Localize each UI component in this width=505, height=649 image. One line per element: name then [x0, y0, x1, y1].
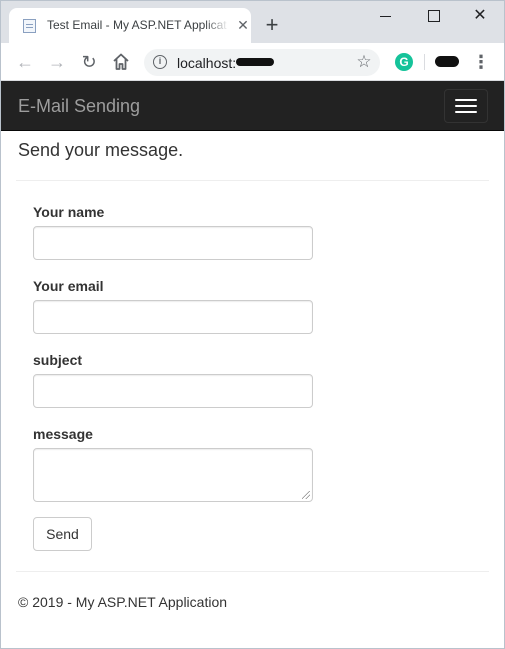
maximize-icon[interactable]: [414, 1, 454, 31]
browser-window: Test Email - My ASP.NET Application ✕ + …: [0, 0, 505, 649]
home-icon[interactable]: [109, 50, 133, 74]
hamburger-menu-button[interactable]: [444, 89, 488, 123]
browser-toolbar: ← → ↻ i localhost: ☆ G ⋮: [1, 43, 504, 81]
divider: [16, 180, 489, 181]
subject-label: subject: [33, 352, 83, 368]
hamburger-bar: [455, 99, 477, 101]
page-favicon-icon: [23, 19, 36, 33]
site-navbar: E-Mail Sending: [1, 81, 504, 131]
send-button[interactable]: Send: [33, 517, 92, 551]
info-icon[interactable]: i: [153, 55, 167, 69]
new-tab-icon[interactable]: +: [260, 13, 284, 37]
divider: [16, 571, 489, 572]
back-arrow-icon[interactable]: ←: [13, 50, 37, 74]
name-field[interactable]: [33, 226, 313, 260]
tab-title: Test Email - My ASP.NET Application: [47, 18, 227, 32]
toolbar-divider: [424, 54, 425, 70]
subject-field[interactable]: [33, 374, 313, 408]
footer-text: © 2019 - My ASP.NET Application: [18, 594, 228, 610]
grammarly-icon[interactable]: G: [395, 53, 413, 71]
page-title: Send your message.: [18, 140, 184, 160]
close-icon[interactable]: ✕: [460, 1, 500, 31]
address-text[interactable]: localhost:: [177, 55, 236, 71]
name-label: Your name: [33, 204, 105, 220]
menu-dots-icon[interactable]: ⋮: [471, 51, 491, 73]
star-icon[interactable]: ☆: [354, 52, 374, 72]
tab-close-icon[interactable]: ✕: [235, 17, 251, 33]
hamburger-bar: [455, 105, 477, 107]
profile-avatar[interactable]: [435, 56, 459, 67]
tab-strip: Test Email - My ASP.NET Application ✕ + …: [1, 1, 504, 43]
address-bar[interactable]: i localhost: ☆: [144, 49, 380, 76]
navbar-brand[interactable]: E-Mail Sending: [18, 96, 140, 117]
message-label: message: [33, 426, 93, 442]
message-textarea[interactable]: [33, 448, 313, 502]
browser-tab[interactable]: Test Email - My ASP.NET Application ✕: [9, 8, 251, 43]
minimize-icon[interactable]: [365, 1, 405, 31]
redacted-port: [236, 58, 274, 66]
hamburger-bar: [455, 111, 477, 113]
email-field[interactable]: [33, 300, 313, 334]
reload-icon[interactable]: ↻: [77, 50, 101, 74]
resize-grip-icon[interactable]: [302, 491, 310, 499]
forward-arrow-icon[interactable]: →: [45, 50, 69, 74]
email-label: Your email: [33, 278, 104, 294]
tab-title-fade: [205, 16, 229, 34]
